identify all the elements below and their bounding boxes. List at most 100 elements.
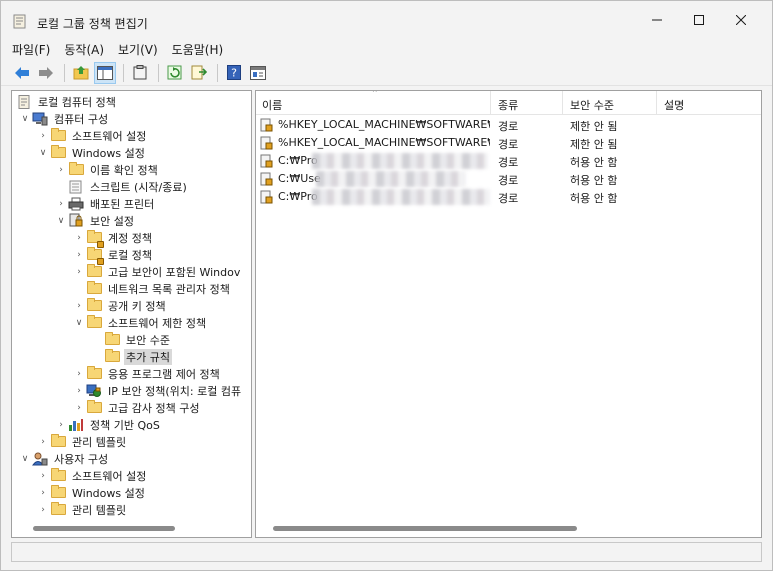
- chevron-right-icon[interactable]: ›: [36, 129, 50, 143]
- maximize-button[interactable]: [676, 1, 722, 39]
- column-divider[interactable]: [656, 91, 657, 115]
- chevron-right-icon[interactable]: ›: [72, 299, 86, 313]
- list-row[interactable]: %HKEY_LOCAL_MACHINE₩SOFTWARE₩... 경로 제한 안…: [256, 134, 761, 152]
- tree-item-account-policies[interactable]: › 계정 정책: [72, 229, 154, 248]
- toolbar: ?: [1, 60, 772, 86]
- tree-item-ip-security[interactable]: › IP 보안 정책(위치: 로컬 컴퓨: [72, 382, 243, 399]
- tree-item-app-control[interactable]: › 응용 프로그램 제어 정책: [72, 365, 222, 382]
- tree-item-user-software-settings[interactable]: › 소프트웨어 설정: [36, 467, 148, 484]
- chevron-down-icon[interactable]: ∨: [72, 316, 86, 330]
- locked-folder-icon: [86, 230, 104, 248]
- up-level-button[interactable]: [70, 62, 92, 84]
- title-bar[interactable]: 로컬 그룹 정책 편집기: [1, 1, 772, 39]
- list-row[interactable]: C:₩Use 경로 허용 안 함: [256, 170, 761, 188]
- column-header-name[interactable]: 이름: [262, 97, 282, 113]
- chevron-right-icon[interactable]: ›: [36, 469, 50, 483]
- tree-item-label: 소프트웨어 제한 정책: [108, 316, 207, 330]
- tree-item-windows-settings[interactable]: ∨ Windows 설정: [36, 144, 147, 161]
- refresh-button[interactable]: [164, 62, 186, 84]
- rule-lock-icon: [260, 172, 273, 186]
- chevron-right-icon[interactable]: ›: [36, 503, 50, 517]
- tree-item-additional-rules[interactable]: 추가 규칙: [90, 348, 172, 365]
- tree-horizontal-scrollbar[interactable]: [33, 526, 175, 531]
- chevron-down-icon[interactable]: ∨: [36, 146, 50, 160]
- list-row[interactable]: C:₩Pro 경로 허용 안 함: [256, 188, 761, 206]
- user-icon: [32, 452, 48, 466]
- tree-item-user-config[interactable]: ∨ 사용자 구성: [18, 450, 110, 467]
- column-header-type[interactable]: 종류: [498, 97, 518, 113]
- tree-item-local-computer-policy[interactable]: 로컬 컴퓨터 정책: [16, 93, 118, 110]
- help-button[interactable]: ?: [223, 62, 245, 84]
- folder-icon: [50, 485, 66, 500]
- row-type: 경로: [498, 120, 519, 133]
- folder-icon: [68, 162, 84, 177]
- up-folder-icon: [73, 66, 89, 80]
- tree-item-computer-config[interactable]: ∨ 컴퓨터 구성: [18, 110, 110, 127]
- tree-item-advanced-audit[interactable]: › 고급 감사 정책 구성: [72, 399, 201, 416]
- back-button[interactable]: [11, 62, 33, 84]
- list-pane[interactable]: ⌃ 이름 종류 보안 수준 설명 %HKEY_LOCAL_MACHINE₩SOF…: [255, 90, 762, 538]
- chevron-right-icon[interactable]: ›: [36, 486, 50, 500]
- chevron-right-icon[interactable]: ›: [36, 435, 50, 449]
- menu-file[interactable]: 파일(F): [12, 41, 50, 58]
- chevron-right-icon[interactable]: ›: [72, 401, 86, 415]
- chevron-down-icon[interactable]: ∨: [54, 214, 68, 228]
- show-hide-tree-button[interactable]: [94, 61, 116, 84]
- menu-help[interactable]: 도움말(H): [172, 41, 224, 58]
- tree-item-security-settings[interactable]: ∨ 보안 설정: [54, 212, 136, 229]
- svg-text:?: ?: [231, 67, 237, 80]
- column-header-security-level[interactable]: 보안 수준: [570, 97, 614, 113]
- chevron-down-icon[interactable]: ∨: [18, 112, 32, 126]
- close-button[interactable]: [718, 1, 764, 39]
- tree-item-name-resolution[interactable]: › 이름 확인 정책: [54, 161, 160, 178]
- forward-button[interactable]: [35, 62, 57, 84]
- tree-item-advanced-firewall[interactable]: › 고급 보안이 포함된 Windov: [72, 263, 242, 280]
- menu-action[interactable]: 동작(A): [64, 41, 104, 58]
- chevron-right-icon[interactable]: ›: [72, 384, 86, 398]
- minimize-button[interactable]: [634, 1, 680, 39]
- chevron-right-icon[interactable]: ›: [72, 248, 86, 262]
- chevron-right-icon[interactable]: ›: [72, 367, 86, 381]
- chevron-right-icon[interactable]: ›: [72, 231, 86, 245]
- tree-pane[interactable]: 로컬 컴퓨터 정책 ∨ 컴퓨터 구성 › 소프트웨어 설정 ∨ Windows …: [11, 90, 252, 538]
- tree-item-user-admin-templates[interactable]: › 관리 템플릿: [36, 501, 128, 518]
- tree-item-network-list[interactable]: 네트워크 목록 관리자 정책: [72, 280, 232, 297]
- column-divider[interactable]: [562, 91, 563, 115]
- chevron-right-icon[interactable]: ›: [54, 197, 68, 211]
- clipboard-button[interactable]: [129, 62, 151, 84]
- export-list-icon: [191, 65, 207, 80]
- computer-icon: [32, 112, 48, 126]
- column-divider[interactable]: [490, 91, 491, 115]
- list-row[interactable]: C:₩Pro 경로 허용 안 함: [256, 152, 761, 170]
- tree-item-label: 소프트웨어 설정: [72, 469, 147, 483]
- menu-view[interactable]: 보기(V): [118, 41, 158, 58]
- tree-item-software-settings[interactable]: › 소프트웨어 설정: [36, 127, 148, 144]
- chevron-right-icon[interactable]: ›: [72, 265, 86, 279]
- minimize-icon: [652, 19, 662, 21]
- chevron-right-icon[interactable]: ›: [54, 418, 68, 432]
- tree-item-local-policies[interactable]: › 로컬 정책: [72, 246, 154, 265]
- list-row[interactable]: %HKEY_LOCAL_MACHINE₩SOFTWARE₩... 경로 제한 안…: [256, 116, 761, 134]
- list-horizontal-scrollbar[interactable]: [273, 526, 577, 531]
- tree-item-software-restriction[interactable]: ∨ 소프트웨어 제한 정책: [72, 314, 208, 331]
- tree-item-label: 로컬 컴퓨터 정책: [38, 95, 116, 109]
- tree-item-deployed-printers[interactable]: › 배포된 프린터: [54, 195, 156, 212]
- tree-item-qos[interactable]: › 정책 기반 QoS: [54, 416, 162, 433]
- tree-item-scripts[interactable]: 스크립트 (시작/종료): [54, 178, 189, 195]
- tree-item-user-windows-settings[interactable]: › Windows 설정: [36, 484, 147, 501]
- tree-item-label: 보안 설정: [90, 214, 134, 228]
- tree-item-admin-templates[interactable]: › 관리 템플릿: [36, 433, 128, 450]
- chevron-right-icon[interactable]: ›: [54, 163, 68, 177]
- tree-item-public-key[interactable]: › 공개 키 정책: [72, 297, 168, 314]
- help-icon: ?: [227, 65, 241, 80]
- tree-item-security-levels[interactable]: 보안 수준: [90, 331, 172, 348]
- script-icon: [68, 180, 84, 194]
- window-title: 로컬 그룹 정책 편집기: [37, 17, 148, 31]
- chevron-down-icon[interactable]: ∨: [18, 452, 32, 466]
- toolbar-separator: [217, 63, 218, 82]
- toolbar-separator: [123, 63, 124, 82]
- tree-item-label: Windows 설정: [72, 146, 145, 160]
- properties-button[interactable]: [247, 62, 269, 84]
- export-list-button[interactable]: [188, 62, 210, 84]
- column-header-description[interactable]: 설명: [664, 97, 684, 113]
